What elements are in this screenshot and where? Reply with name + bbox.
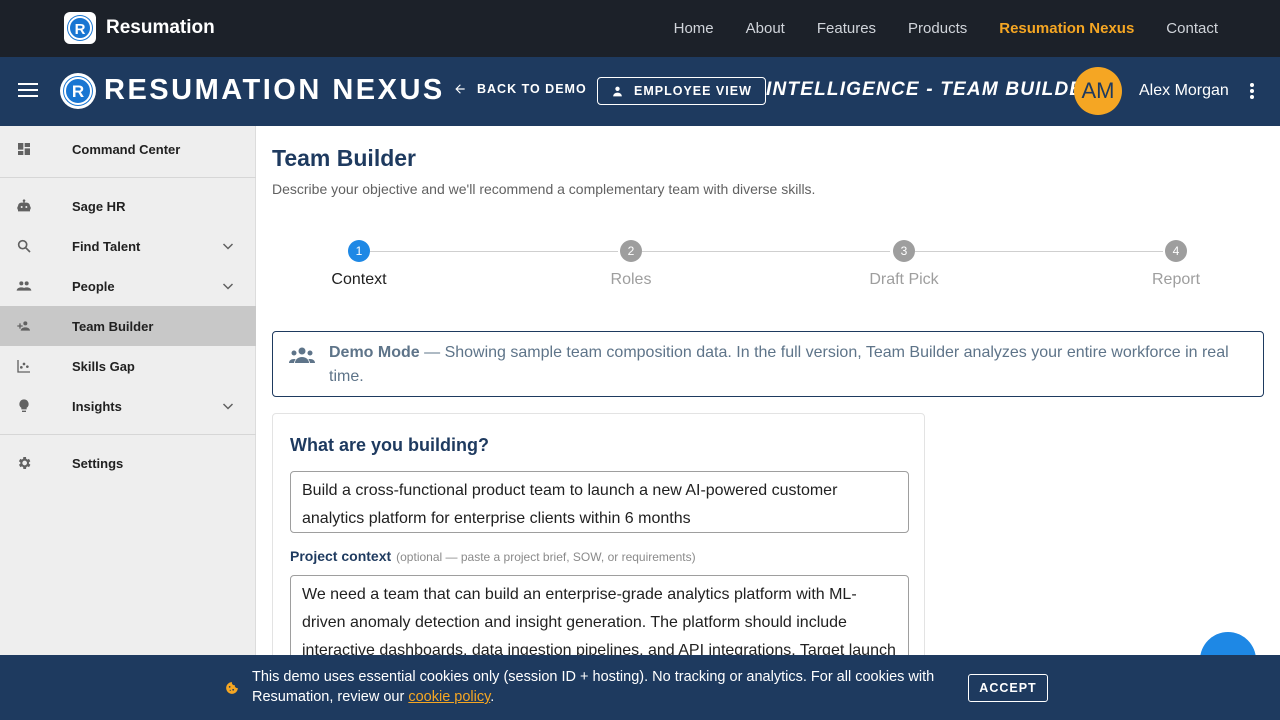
site-links: Home About Features Products Resumation … [674,0,1218,57]
page-subtitle: Describe your objective and we'll recomm… [272,181,816,197]
more-vert-icon[interactable] [1249,83,1255,101]
sidebar-item-people[interactable]: People [0,266,256,306]
sidebar-divider [0,177,256,178]
sidebar-item-find-talent[interactable]: Find Talent [0,226,256,266]
employee-view-button[interactable]: EMPLOYEE VIEW [597,77,766,105]
lightbulb-icon [19,399,29,412]
project-context-hint: (optional — paste a project brief, SOW, … [396,550,696,564]
step-number: 2 [620,240,642,262]
sidebar-item-settings[interactable]: Settings [0,443,256,483]
robot-icon [17,199,31,212]
employee-view-label: EMPLOYEE VIEW [634,84,752,98]
sidebar-item-skills-gap[interactable]: Skills Gap [0,346,256,386]
sidebar: Command Center Sage HR Find Talent Peopl… [0,126,256,720]
app-header: R RESUMATION NEXUS BACK TO DEMO EMPLOYEE… [0,57,1280,126]
card-heading: What are you building? [290,435,489,455]
site-logo[interactable]: R [64,12,96,44]
group-add-icon [17,321,30,331]
step-draft-pick[interactable]: 3 Draft Pick [844,240,964,289]
sidebar-item-command-center[interactable]: Command Center [0,129,256,169]
project-context-label: Project context (optional — paste a proje… [290,548,696,564]
nav-link-resumation-nexus[interactable]: Resumation Nexus [999,20,1134,37]
sidebar-item-sage-hr[interactable]: Sage HR [0,186,256,226]
group-icon [289,347,315,363]
step-label: Draft Pick [869,271,939,288]
back-to-demo-label: BACK TO DEMO [477,82,587,96]
menu-icon[interactable] [18,83,38,99]
sidebar-divider [0,434,256,435]
chevron-down-icon[interactable] [222,240,234,252]
stepper: 1 Context 2 Roles 3 Draft Pick 4 Report [272,236,1264,296]
step-context[interactable]: 1 Context [299,240,419,289]
chevron-down-icon[interactable] [222,280,234,292]
nav-link-contact[interactable]: Contact [1166,20,1218,37]
nav-link-products[interactable]: Products [908,20,967,37]
step-label: Context [331,271,387,288]
step-number: 3 [893,240,915,262]
nav-link-about[interactable]: About [746,20,785,37]
site-nav: R Resumation Home About Features Product… [0,0,1280,57]
step-label: Report [1151,271,1201,288]
cookie-icon [226,682,238,694]
sidebar-item-insights[interactable]: Insights [0,386,256,426]
page-title: Team Builder [272,145,416,171]
step-roles[interactable]: 2 Roles [571,240,691,289]
step-number: 4 [1165,240,1187,262]
dashboard-icon [18,143,30,155]
app-title: RESUMATION NEXUS [104,74,445,106]
step-report[interactable]: 4 Report [1116,240,1236,289]
search-icon [17,239,31,253]
section-title: INTELLIGENCE - TEAM BUILDER [766,79,1099,100]
cookie-text: This demo uses essential cookies only (s… [252,669,935,705]
gear-icon [18,457,31,469]
chevron-down-icon[interactable] [222,400,234,412]
demo-mode-text: — Showing sample team composition data. … [329,344,1229,385]
accept-cookies-button[interactable]: ACCEPT [968,674,1048,702]
back-to-demo-button[interactable]: BACK TO DEMO [453,82,587,96]
scatter-chart-icon [17,360,30,373]
avatar[interactable]: AM [1074,67,1122,115]
people-icon [16,281,32,291]
nav-link-home[interactable]: Home [674,20,714,37]
step-label: Roles [610,271,652,288]
step-number: 1 [348,240,370,262]
sidebar-item-team-builder[interactable]: Team Builder [0,306,256,346]
nav-link-features[interactable]: Features [817,20,876,37]
objective-card: What are you building? Build a cross-fun… [272,413,925,695]
user-name[interactable]: Alex Morgan [1139,82,1229,100]
objective-input[interactable]: Build a cross-functional product team to… [290,471,909,533]
cookie-banner: This demo uses essential cookies only (s… [0,655,1280,720]
demo-mode-banner: Demo Mode — Showing sample team composit… [272,331,1264,397]
cookie-policy-link[interactable]: cookie policy [408,689,490,705]
site-brand[interactable]: Resumation [106,17,215,39]
person-icon [613,86,622,96]
arrow-left-icon [455,84,465,94]
demo-mode-title: Demo Mode [329,344,420,361]
app-logo: R [60,73,96,109]
